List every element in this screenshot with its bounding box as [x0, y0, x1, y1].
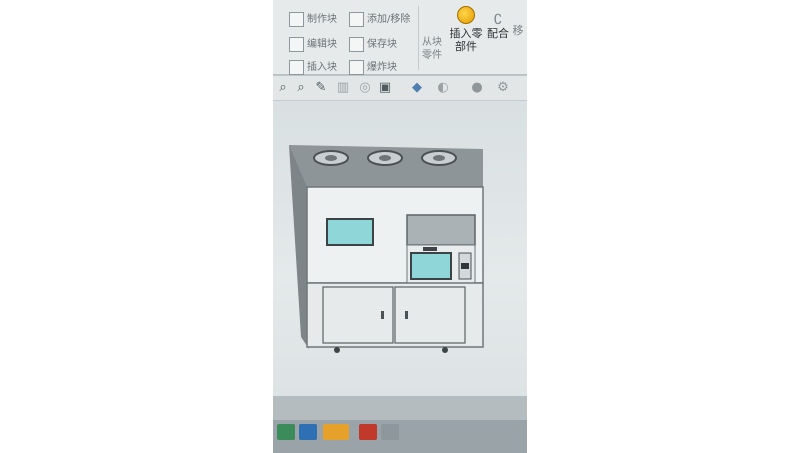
left-screen — [326, 218, 374, 246]
explode-block-icon — [349, 59, 364, 75]
explode-block-button[interactable]: 爆炸块 — [349, 58, 397, 75]
save-block-button[interactable]: 保存块 — [349, 35, 397, 52]
ribbon-separator — [418, 6, 419, 70]
add-remove-icon — [349, 11, 364, 27]
edit-block-button[interactable]: 编辑块 — [289, 35, 337, 52]
appearance-icon[interactable]: ◐ — [435, 80, 451, 96]
right-door-handle — [405, 311, 408, 319]
left-door-handle — [381, 311, 384, 319]
hide-show-icon[interactable]: ◆ — [409, 80, 425, 96]
save-block-icon — [349, 36, 364, 52]
app-icon-4[interactable] — [359, 424, 377, 440]
caster-left — [334, 347, 340, 353]
insert-block-icon — [289, 59, 304, 75]
cabinet-model — [289, 145, 484, 353]
card-slot — [461, 263, 469, 269]
previous-view-icon[interactable]: ✎ — [313, 80, 329, 96]
status-strip — [273, 396, 527, 420]
section-view-icon[interactable]: ▥ — [335, 80, 351, 96]
insert-part-button[interactable]: 插入零部件 — [445, 6, 487, 53]
view-settings-icon[interactable]: ⚙ — [495, 80, 511, 96]
move-button[interactable]: 移 — [511, 24, 525, 37]
caster-right — [442, 347, 448, 353]
view-toolbar: ⌕ ⌕ ✎ ▥ ◎ ▣ ◆ ◐ ● ⚙ — [273, 76, 527, 101]
app-icon-1[interactable] — [277, 424, 295, 440]
zoom-fit-icon[interactable]: ⌕ — [275, 80, 291, 96]
fan-left — [313, 150, 349, 166]
insert-block-button[interactable]: 插入块 — [289, 58, 337, 75]
fan-right — [421, 150, 457, 166]
app-icon-5[interactable] — [381, 424, 399, 440]
add-remove-button[interactable]: 添加/移除 — [349, 10, 410, 27]
make-block-button[interactable]: 制作块 — [289, 10, 337, 27]
right-screen — [410, 252, 452, 280]
paperclip-icon: ∁ — [493, 12, 503, 28]
monitor-photo: 制作块 添加/移除 编辑块 保存块 插入块 爆炸块 从块零件 插入零部件 ∁ 配… — [273, 0, 527, 453]
camera-module — [423, 247, 437, 251]
app-icon-3[interactable] — [323, 424, 349, 440]
command-ribbon: 制作块 添加/移除 编辑块 保存块 插入块 爆炸块 从块零件 插入零部件 ∁ 配… — [273, 0, 527, 75]
view-orientation-icon[interactable]: ◎ — [357, 80, 373, 96]
mate-button[interactable]: ∁ 配合 — [487, 12, 509, 40]
upper-recess — [406, 214, 476, 246]
insert-part-icon — [457, 6, 475, 24]
graphics-viewport[interactable] — [273, 101, 527, 396]
make-block-icon — [289, 11, 304, 27]
windows-taskbar — [273, 420, 527, 453]
edit-block-icon — [289, 36, 304, 52]
zoom-area-icon[interactable]: ⌕ — [293, 80, 309, 96]
app-icon-2[interactable] — [299, 424, 317, 440]
from-block-part-button[interactable]: 从块零件 — [421, 36, 443, 62]
scene-icon[interactable]: ● — [469, 80, 485, 96]
display-style-icon[interactable]: ▣ — [377, 80, 393, 96]
fan-middle — [367, 150, 403, 166]
